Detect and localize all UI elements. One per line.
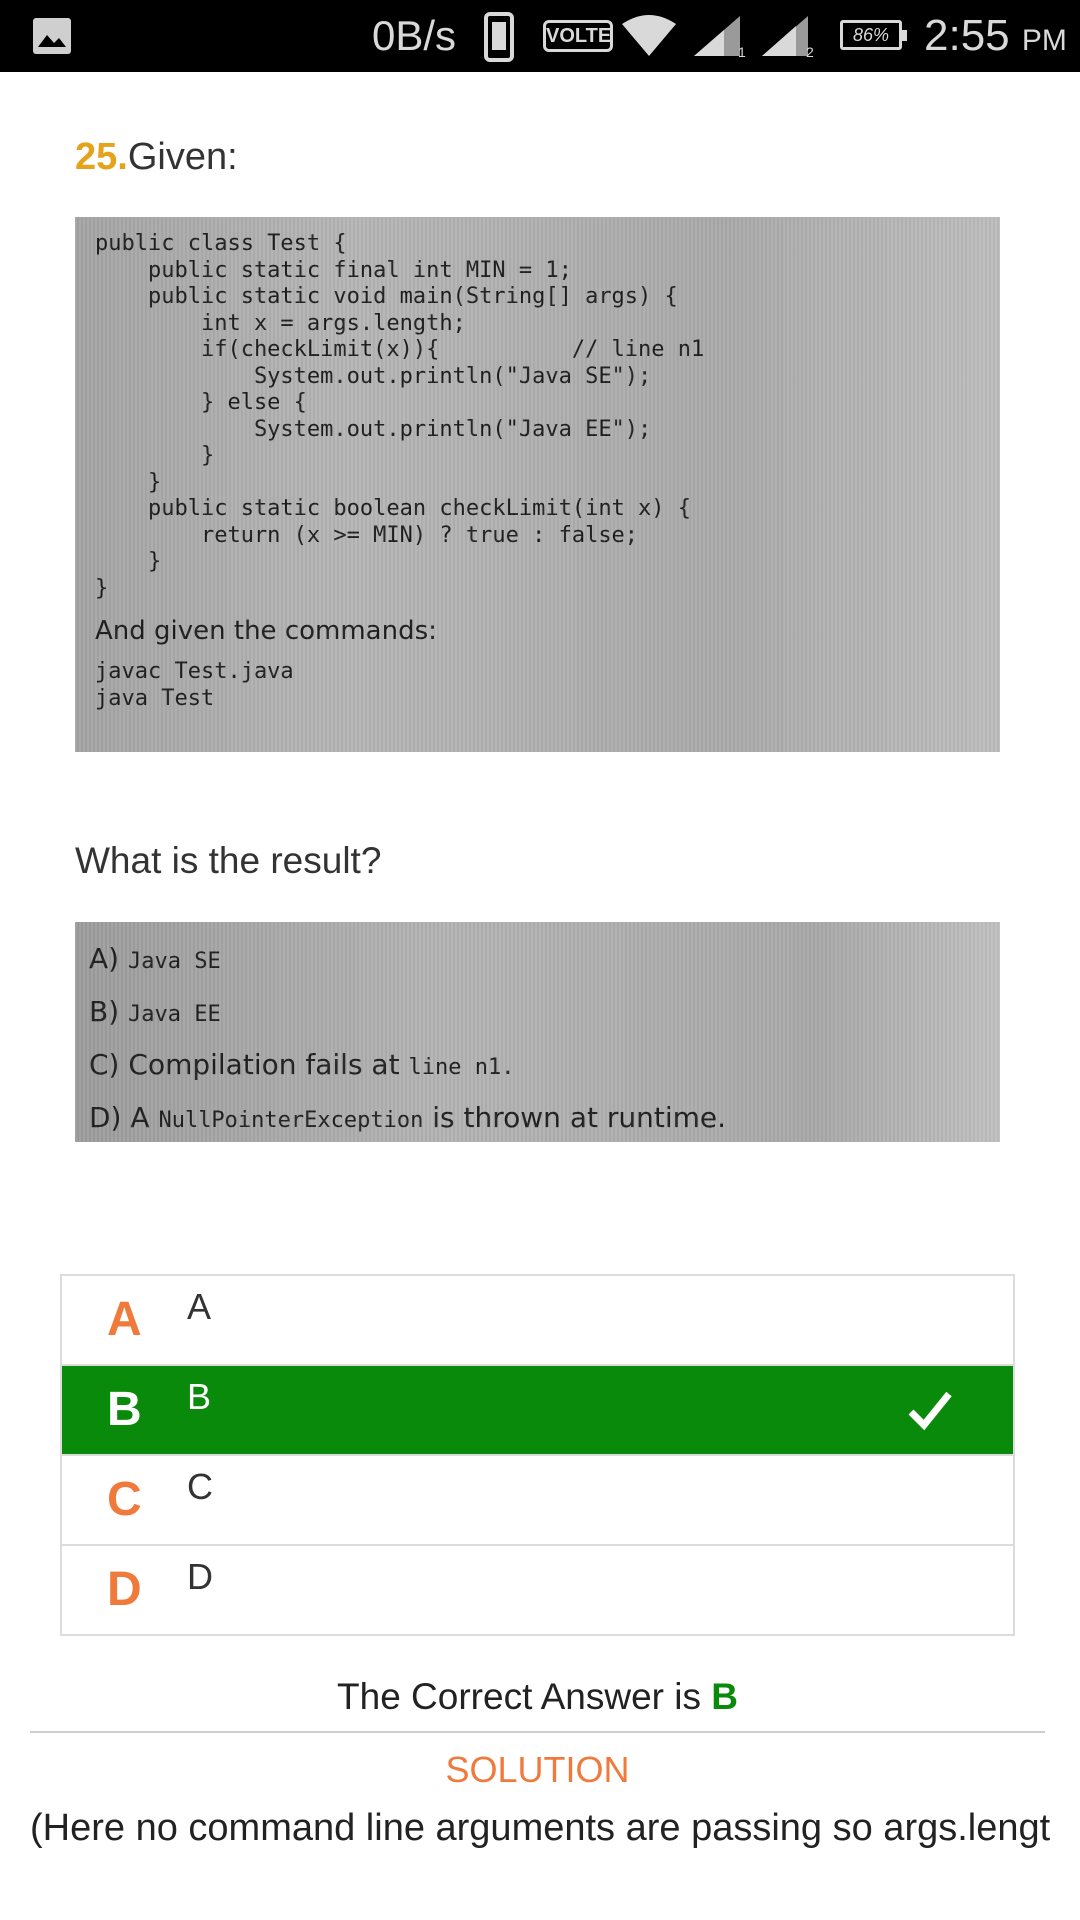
volte-badge: VOLTE — [543, 20, 613, 52]
answer-option-b[interactable]: BB — [62, 1366, 1013, 1456]
question-number: 25. — [75, 136, 128, 178]
choice-plain: A — [130, 1101, 159, 1134]
code-line: } — [95, 549, 162, 574]
battery-indicator: 86% — [840, 20, 907, 50]
wifi-icon — [622, 15, 676, 56]
code-line: System.out.println("Java SE"); — [95, 363, 652, 389]
question-content: 25.Given: public class Test { public sta… — [0, 72, 1080, 1920]
answer-text: B — [187, 1376, 212, 1417]
choice-code: Java EE — [128, 1002, 221, 1027]
choice-label: A) — [89, 942, 120, 975]
answer-text: A — [187, 1286, 212, 1327]
solution-text: (Here no command line arguments are pass… — [30, 1807, 1051, 1849]
choice-tail: is thrown at runtime. — [423, 1101, 727, 1134]
correct-answer-text: The Correct Answer is B — [0, 1676, 1075, 1718]
choice-line: D) A NullPointerException is thrown at r… — [89, 1091, 986, 1142]
code-snippet-image: public class Test { public static final … — [75, 217, 1000, 752]
divider — [30, 1731, 1045, 1733]
image-icon — [33, 18, 71, 54]
choice-label: C) — [89, 1048, 120, 1081]
status-bar: 0B/s VOLTE 1 2 86% 2:55 PM — [0, 0, 1080, 72]
choice-label: D) — [89, 1101, 122, 1134]
answer-text: C — [187, 1466, 213, 1507]
code-line: public class Test { — [95, 231, 347, 256]
choice-code: NullPointerException — [158, 1108, 424, 1133]
choices-block: A) Java SE B) Java EE C) Compilation fails… — [89, 932, 986, 1142]
clock: 2:55 PM — [924, 10, 1067, 67]
correct-answer-letter: B — [711, 1676, 738, 1717]
sim1-label: 1 — [738, 44, 746, 60]
choice-line: B) Java EE — [89, 985, 986, 1038]
answer-option-c[interactable]: CC — [62, 1456, 1013, 1546]
code-line: public static boolean checkLimit(int x) … — [95, 496, 692, 521]
command-line: javac Test.java — [95, 659, 294, 684]
code-block: public class Test { public static final … — [95, 231, 980, 602]
answer-letter: C — [107, 1473, 142, 1526]
clock-ampm: PM — [1021, 24, 1067, 57]
code-line: } — [95, 443, 215, 468]
code-line: public static final int MIN = 1; — [95, 257, 572, 283]
code-line: } else { — [95, 390, 307, 415]
answer-letter: A — [107, 1293, 142, 1346]
check-icon — [908, 1391, 952, 1431]
code-line: int x = args.length; — [95, 310, 466, 336]
choice-line: A) Java SE — [89, 932, 986, 985]
code-line: } — [95, 469, 162, 495]
command-line: java Test — [95, 686, 215, 711]
clock-time: 2:55 — [924, 11, 1010, 60]
code-line: } — [95, 575, 109, 601]
network-speed: 0B/s — [372, 12, 457, 59]
choice-plain: Compilation fails at — [128, 1048, 409, 1081]
answer-letter: D — [107, 1563, 142, 1616]
solution-title: SOLUTION — [445, 1749, 630, 1790]
code-line: if(checkLimit(x)){ // line n1 — [95, 337, 705, 362]
answer-option-a[interactable]: AA — [62, 1276, 1013, 1366]
choice-code: Java SE — [127, 949, 221, 974]
code-line: return (x >= MIN) ? true : false; — [95, 522, 639, 548]
choice-code: line n1. — [408, 1055, 515, 1080]
correct-answer-prefix: The Correct Answer is — [337, 1676, 712, 1717]
answer-options: AABBCCDD — [60, 1274, 1015, 1636]
choice-label: B) — [89, 995, 120, 1028]
code-line: public static void main(String[] args) { — [95, 284, 678, 309]
choices-image: A) Java SE B) Java EE C) Compilation fails… — [75, 922, 1000, 1142]
answer-option-d[interactable]: DD — [62, 1546, 1013, 1634]
commands-intro: And given the commands: — [95, 616, 437, 646]
answer-text: D — [187, 1556, 213, 1597]
answer-letter: B — [107, 1383, 142, 1436]
question-heading: 25.Given: — [75, 136, 238, 179]
question-title: Given: — [127, 136, 238, 178]
phone-icon — [484, 12, 514, 62]
question-prompt: What is the result? — [75, 840, 382, 881]
choice-line: C) Compilation fails at line n1. — [89, 1038, 986, 1091]
commands-block: javac Test.java java Test — [95, 658, 980, 712]
code-line: System.out.println("Java EE"); — [95, 416, 652, 442]
sim2-label: 2 — [806, 44, 814, 60]
